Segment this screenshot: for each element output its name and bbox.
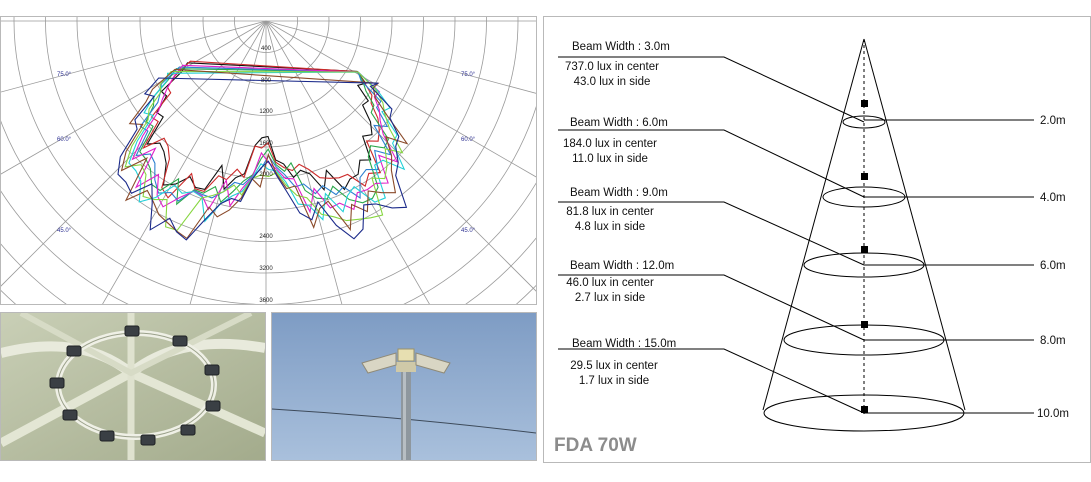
radial-label: 1200: [259, 109, 273, 115]
angle-label: 45.0°: [461, 228, 476, 234]
cone-illuminance-panel: Beam Width : 3.0m 737.0 lux in center 43…: [543, 16, 1091, 463]
angle-label: 45.0°: [57, 228, 72, 234]
polar-grid-spoke: [265, 20, 430, 304]
polar-grid-spoke: [265, 20, 536, 94]
angle-label: 75.0°: [57, 72, 72, 78]
side-lux-label: 1.7 lux in side: [579, 375, 649, 387]
pole-lights-photo: [271, 312, 537, 461]
radial-label: 3600: [259, 298, 273, 304]
angle-label: 60.0°: [461, 137, 476, 143]
height-label: 10.0m: [1037, 408, 1069, 420]
beam-width-label: Beam Width : 9.0m: [570, 187, 668, 199]
product-title: FDA 70W: [554, 435, 637, 456]
radial-label: 2400: [259, 234, 273, 240]
angle-label: 60.0°: [57, 137, 72, 143]
side-lux-label: 4.8 lux in side: [575, 221, 645, 233]
polar-grid-spoke: [1, 20, 267, 93]
center-marker: [861, 173, 868, 180]
polar-grid-spoke: [265, 20, 343, 304]
center-lux-label: 29.5 lux in center: [570, 360, 658, 372]
height-label: 8.0m: [1040, 335, 1066, 347]
radial-label: 2000: [259, 172, 273, 178]
beam-width-label: Beam Width : 6.0m: [570, 117, 668, 129]
side-lux-label: 43.0 lux in side: [574, 76, 651, 88]
center-marker: [861, 321, 868, 328]
center-marker: [861, 100, 868, 107]
center-lux-label: 184.0 lux in center: [563, 138, 657, 150]
beam-width-label: Beam Width : 12.0m: [570, 260, 674, 272]
side-lux-label: 11.0 lux in side: [572, 153, 648, 165]
side-lux-label: 2.7 lux in side: [575, 292, 645, 304]
center-lux-label: 81.8 lux in center: [566, 206, 654, 218]
radial-label: 3200: [259, 266, 273, 272]
beam-width-label: Beam Width : 15.0m: [572, 338, 676, 350]
radial-label: 800: [261, 78, 272, 84]
height-label: 2.0m: [1040, 115, 1066, 127]
photometric-curve: [124, 70, 404, 231]
height-label: 4.0m: [1040, 192, 1066, 204]
radial-label: 400: [261, 46, 272, 52]
radial-label: 1600: [259, 141, 273, 147]
ring-fixture-photo: [0, 312, 266, 461]
beam-width-label: Beam Width : 3.0m: [572, 41, 670, 53]
center-marker: [861, 246, 868, 253]
angle-label: 75.0°: [461, 72, 476, 78]
cone-diagram: Beam Width : 3.0m 737.0 lux in center 43…: [554, 38, 1069, 456]
center-lux-label: 737.0 lux in center: [565, 61, 659, 73]
center-lux-label: 46.0 lux in center: [566, 277, 654, 289]
polar-diagram: 75.0° 75.0° 60.0° 60.0° 45.0° 45.0° 400 …: [1, 17, 536, 304]
polar-diagram-panel: 75.0° 75.0° 60.0° 60.0° 45.0° 45.0° 400 …: [0, 16, 537, 305]
height-label: 6.0m: [1040, 260, 1066, 272]
